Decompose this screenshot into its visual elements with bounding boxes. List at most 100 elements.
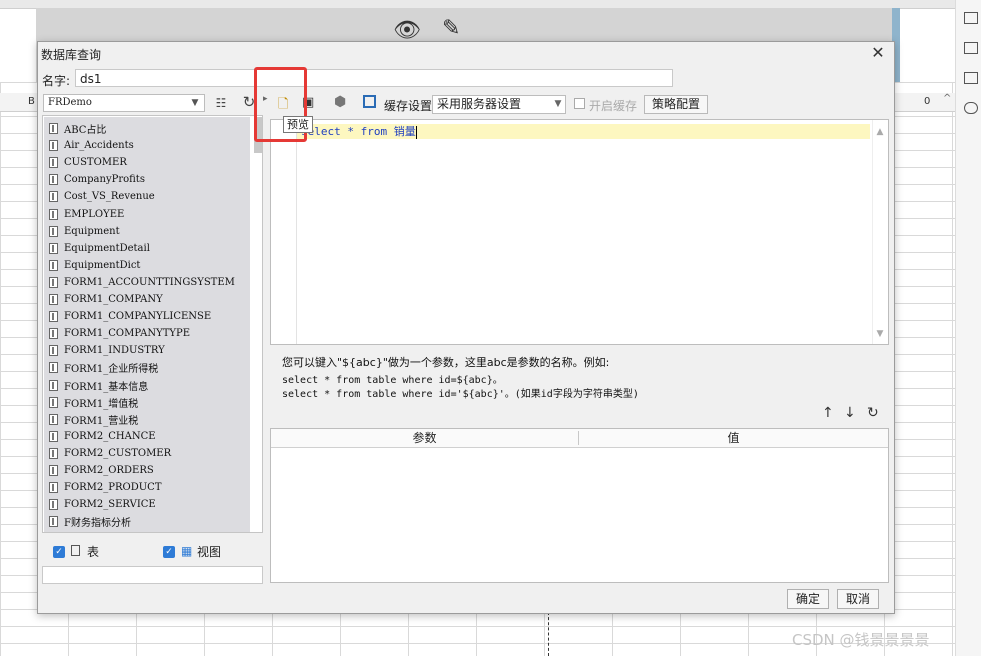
hint-line-1: 您可以键入"${abc}"做为一个参数，这里abc是参数的名称。例如: <box>282 356 610 369</box>
dialog-title: 数据库查询 <box>41 48 102 62</box>
table-name: FORM1_COMPANYLICENSE <box>64 311 212 323</box>
hint-line-2: select * from table where id=${abc}。 <box>282 375 503 386</box>
table-list-item[interactable]: FORM2_SERVICE <box>49 496 156 513</box>
cell-label-0: 0 <box>924 96 931 107</box>
table-icon <box>49 396 58 408</box>
table-icon <box>49 413 58 425</box>
table-filter-label: 表 <box>87 545 100 559</box>
table-list-item[interactable]: CompanyProfits <box>49 171 145 188</box>
table-name: Equipment <box>64 225 120 237</box>
close-icon[interactable]: ✕ <box>868 43 888 63</box>
table-icon <box>71 545 80 556</box>
table-list-body: ABC占比 Air_Accidents CUSTOMER CompanyProfits… <box>44 117 250 532</box>
table-list-item[interactable]: FORM1_营业税 <box>49 411 138 428</box>
table-name: FORM1_增值税 <box>64 398 139 410</box>
view-icon: ▦ <box>181 544 193 558</box>
table-list-item[interactable]: EMPLOYEE <box>49 206 124 223</box>
ok-button[interactable]: 确定 <box>787 589 829 609</box>
table-list-item[interactable]: ABC占比 <box>49 120 106 137</box>
cache-mode-select[interactable]: 采用服务器设置 <box>432 95 566 114</box>
table-icon <box>49 328 58 340</box>
view-filter-checkbox[interactable]: ✓ <box>163 546 175 558</box>
table-list-item[interactable]: FORM1_COMPANY <box>49 291 163 308</box>
chevron-down-icon[interactable]: ▼ <box>551 96 565 112</box>
policy-config-button[interactable]: 策略配置 <box>644 95 708 114</box>
table-name: EMPLOYEE <box>64 208 125 220</box>
table-list-item[interactable]: CUSTOMER <box>49 154 127 171</box>
cache-setting-icon <box>363 95 376 108</box>
table-icon <box>49 140 58 152</box>
page-break-line <box>548 612 549 656</box>
sql-text[interactable]: select * from 销量 <box>301 124 417 139</box>
square-icon[interactable] <box>964 12 978 24</box>
arrow-up-icon[interactable]: ↑ <box>822 405 834 421</box>
table-icon <box>49 430 58 442</box>
table-list-item[interactable]: Equipment <box>49 223 120 240</box>
scroll-up-icon[interactable]: ▲ <box>873 125 887 139</box>
table-name: EquipmentDetail <box>64 242 150 254</box>
table-icon <box>49 345 58 357</box>
table-list-item[interactable]: FORM1_基本信息 <box>49 377 148 394</box>
arrow-down-icon[interactable]: ↓ <box>844 405 856 421</box>
stop-icon[interactable]: ⬢ <box>334 94 346 110</box>
table-icon <box>49 191 58 203</box>
table-list-item[interactable]: EquipmentDict <box>49 257 140 274</box>
table-list-item[interactable]: FORM1_企业所得税 <box>49 359 158 376</box>
table-list-item[interactable]: FORM2_CHANCE <box>49 428 156 445</box>
sql-statement: select * from 销量 <box>301 125 416 138</box>
open-cache-checkbox[interactable] <box>574 98 585 109</box>
hint-line-3: select * from table where id='${abc}'。(如… <box>282 389 639 400</box>
text-caret <box>415 125 417 139</box>
table-list-item[interactable]: FORM1_INDUSTRY <box>49 342 165 359</box>
table-list-item[interactable]: FORM2_ORDERS <box>49 462 154 479</box>
refresh-params-icon[interactable]: ↻ <box>867 405 879 421</box>
table-icon <box>49 294 58 305</box>
table-icon <box>49 208 58 220</box>
list-icon[interactable] <box>964 72 978 84</box>
database-select[interactable]: FRDemo <box>43 94 205 112</box>
table-name: FORM2_PRODUCT <box>64 482 162 494</box>
table-icon <box>49 465 58 476</box>
sql-editor[interactable]: select * from 销量 ▲ ▼ <box>270 119 889 345</box>
table-name: FORM1_企业所得税 <box>64 364 159 376</box>
database-query-dialog: 数据库查询 ✕ 名字: ds1 FRDemo ▼ ☷ ↻ ABC占比 Air_Ac… <box>37 41 895 614</box>
table-list-item[interactable]: F财务指标分析 <box>49 513 131 530</box>
table-name: F财务指标分析 <box>64 518 131 530</box>
editor-scrollbar[interactable] <box>872 120 889 344</box>
watermark: CSDN @钱景景景景 <box>792 631 930 649</box>
edit-connection-icon[interactable]: ☷ <box>212 94 230 112</box>
line-gutter <box>271 120 297 344</box>
table-icon <box>49 516 58 528</box>
filter-bar: ✓ 表 ✓ ▦ 视图 <box>42 535 263 563</box>
table-name: CompanyProfits <box>64 174 145 186</box>
table-list-item[interactable]: Air_Accidents <box>49 137 134 154</box>
link-icon[interactable] <box>964 102 978 114</box>
table-list-item[interactable]: FORM2_CUSTOMER <box>49 445 171 462</box>
table-name: FORM1_ACCOUNTTINGSYSTEM <box>64 276 235 288</box>
table-filter-checkbox[interactable]: ✓ <box>53 546 65 558</box>
table-list-item[interactable]: FORM1_COMPANYTYPE <box>49 325 190 342</box>
widget-icon[interactable] <box>964 42 978 54</box>
table-list-item[interactable]: FORM1_COMPANYLICENSE <box>49 308 211 325</box>
cancel-button[interactable]: 取消 <box>837 589 879 609</box>
name-field[interactable]: ds1 <box>75 69 673 87</box>
table-name: FORM2_CUSTOMER <box>64 447 172 459</box>
table-name: FORM1_基本信息 <box>64 381 149 393</box>
table-name: CUSTOMER <box>64 157 127 169</box>
table-name: Cost_VS_Revenue <box>64 191 155 203</box>
hide-eye-icon: 👁 <box>393 18 421 43</box>
table-icon <box>49 242 58 254</box>
table-search-input[interactable] <box>42 566 263 584</box>
caret-up-icon[interactable]: ^ <box>943 93 951 104</box>
chevron-down-icon[interactable]: ▼ <box>188 95 202 111</box>
pencil-icon: ✎ <box>442 16 461 41</box>
view-filter-label: 视图 <box>197 545 222 559</box>
scroll-down-icon[interactable]: ▼ <box>873 327 887 341</box>
table-list-item[interactable]: FORM1_增值税 <box>49 394 138 411</box>
table-list-item[interactable]: FORM2_PRODUCT <box>49 479 162 496</box>
table-list-item[interactable]: EquipmentDetail <box>49 240 150 257</box>
table-name: FORM2_SERVICE <box>64 499 156 511</box>
table-list-item[interactable]: FORM1_ACCOUNTTINGSYSTEM <box>49 274 235 291</box>
table-list-item[interactable]: Cost_VS_Revenue <box>49 188 155 205</box>
table-icon <box>49 174 58 186</box>
